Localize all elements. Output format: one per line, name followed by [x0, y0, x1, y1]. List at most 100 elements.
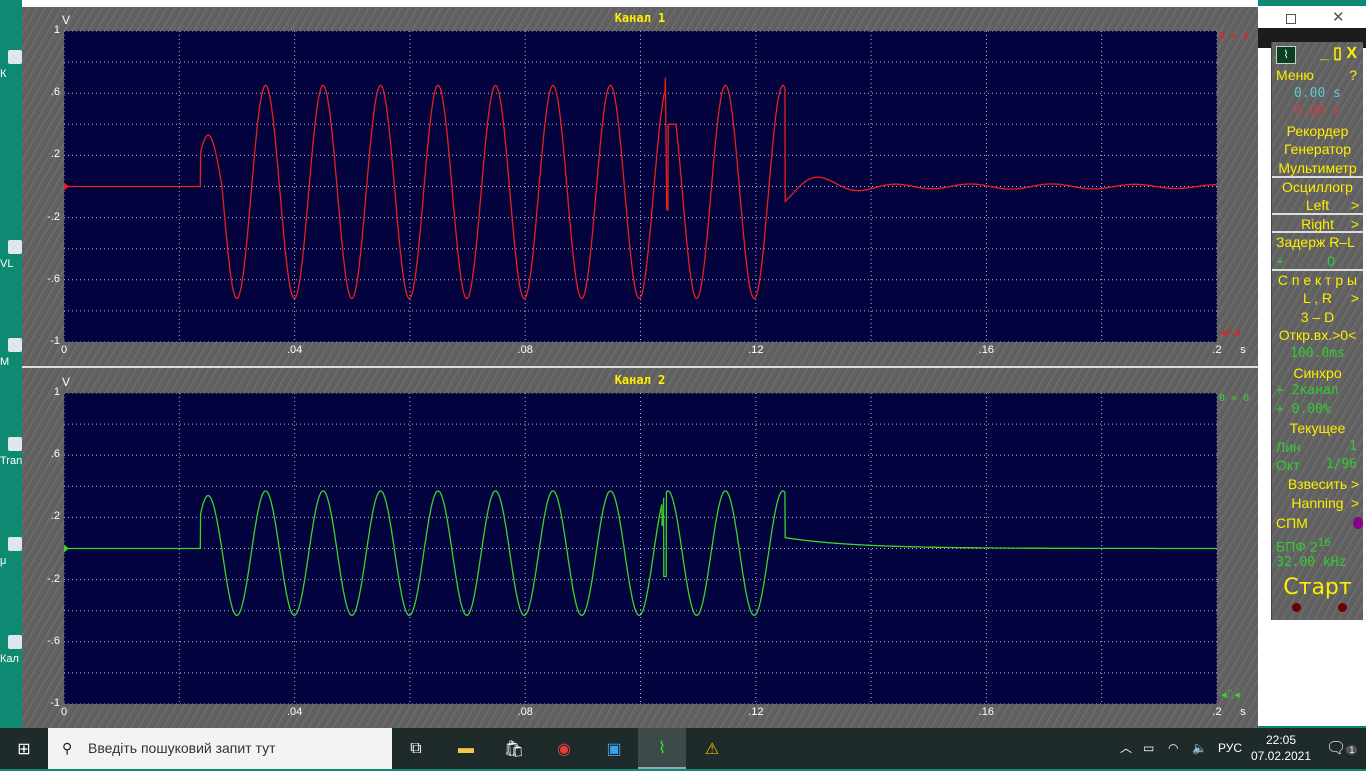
- current-button[interactable]: Текущее: [1272, 419, 1363, 438]
- y-tick-label: .6: [50, 86, 60, 99]
- y-tick-label: 1: [53, 24, 60, 36]
- maximize-button[interactable]: ▯: [1333, 45, 1342, 62]
- x-tick-label: .2: [1212, 706, 1222, 718]
- search-icon: ⚲: [62, 740, 73, 756]
- desktop-icon[interactable]: Кал: [0, 635, 22, 665]
- y-unit-label: V: [62, 13, 71, 27]
- x-unit-label: s: [1240, 706, 1246, 718]
- open-input-button[interactable]: Откр.вх.>0<: [1272, 326, 1363, 345]
- trigger-marker-icon[interactable]: ◂⎍◂: [1221, 326, 1240, 340]
- spm-button[interactable]: СПМ: [1272, 512, 1363, 534]
- warning-triangle-icon: ⚠: [704, 740, 720, 758]
- sync-level[interactable]: + 0.00%: [1272, 401, 1363, 420]
- left-channel-button[interactable]: Left >: [1272, 196, 1363, 215]
- y-tick-label: 1: [53, 386, 60, 398]
- recorder-button[interactable]: Рекордер: [1272, 122, 1363, 141]
- scope-plot-area[interactable]: [64, 31, 1217, 342]
- window-function-button[interactable]: Hanning >: [1272, 494, 1363, 513]
- chevron-right-icon: >: [1350, 290, 1359, 307]
- chrome-button[interactable]: ◉: [540, 728, 588, 769]
- notifications-button[interactable]: 🗨 1: [1326, 728, 1358, 771]
- lin-setting[interactable]: Лин 1: [1272, 438, 1363, 457]
- show-hidden-icons[interactable]: ︿: [1120, 728, 1132, 769]
- waveform-1: [64, 77, 1217, 300]
- fft-size[interactable]: БПФ 216: [1272, 534, 1363, 555]
- close-icon[interactable]: ✕: [1332, 8, 1345, 26]
- channel-title: Канал 1: [614, 11, 666, 25]
- scope-plot-area[interactable]: [64, 393, 1217, 704]
- control-panel: ⌇ _ ▯ X Меню? 0.00 s 0.00 s Рекордер Ген…: [1271, 42, 1363, 620]
- x-unit-label: s: [1240, 344, 1246, 356]
- zero-level-marker-icon[interactable]: [64, 544, 69, 553]
- trigger-marker-icon[interactable]: ◂⎍◂: [1221, 688, 1240, 702]
- y-tick-label: -.6: [47, 634, 60, 647]
- y-tick-label: -1: [50, 697, 60, 709]
- desktop-icon[interactable]: μ: [0, 537, 22, 567]
- chevron-right-icon: >: [1350, 197, 1359, 214]
- store-button[interactable]: 🛍: [490, 728, 538, 769]
- windows-icon: ⊞: [17, 740, 31, 758]
- weigh-button[interactable]: Взвесить >: [1272, 475, 1363, 494]
- sample-rate[interactable]: 32.00 kHz: [1272, 554, 1363, 573]
- waveform-svg: [64, 393, 1217, 704]
- taskbar-search-input[interactable]: ⚲ Введіть пошуковий запит тут: [48, 728, 392, 769]
- desktop-icon-label: VL: [0, 258, 14, 270]
- desktop-icon[interactable]: VL: [0, 240, 22, 270]
- y-tick-label: .6: [50, 448, 60, 461]
- battery-icon[interactable]: ▭: [1143, 728, 1154, 769]
- maximize-icon[interactable]: [1286, 14, 1296, 24]
- desktop-icon[interactable]: M: [0, 338, 22, 368]
- zero-level-marker-icon[interactable]: [64, 182, 69, 191]
- photos-button[interactable]: ▣: [590, 728, 638, 769]
- x-tick-label: .16: [978, 706, 995, 718]
- generator-button[interactable]: Генератор: [1272, 140, 1363, 159]
- desktop-icon-label: μ: [0, 555, 7, 567]
- spectra-button[interactable]: С п е к т р ы: [1272, 271, 1363, 290]
- minimize-button[interactable]: _: [1320, 45, 1329, 62]
- multimeter-button[interactable]: Мультиметр: [1272, 159, 1363, 178]
- x-tick-label: .12: [748, 344, 764, 356]
- file-explorer-button[interactable]: ▬: [442, 728, 490, 769]
- sync-channel[interactable]: + 2канал: [1272, 382, 1363, 401]
- desktop-icon-label: К: [0, 68, 7, 80]
- menu-label: Меню: [1276, 67, 1314, 83]
- app-button[interactable]: ⚠: [688, 728, 736, 769]
- lr-spectrum-button[interactable]: L , R >: [1272, 289, 1363, 308]
- time-readout-1: 0.00 s: [1294, 85, 1341, 101]
- window-length[interactable]: 100.0ms: [1272, 345, 1363, 364]
- channel-2-panel: Канал 2 V 0 = 0 ◂⎍◂ 1 .6 .2 -.2 -.6 -1 0 .04 .08…: [22, 369, 1258, 729]
- x-tick-label: .08: [517, 706, 533, 718]
- task-view-button[interactable]: ⧉: [392, 728, 440, 769]
- search-placeholder: Введіть пошуковий запит тут: [88, 740, 276, 756]
- x-tick-label: 0: [60, 344, 68, 356]
- desktop-icon-label: Tran: [0, 455, 22, 467]
- led-indicator-icon: [1338, 602, 1347, 612]
- wifi-icon[interactable]: ◠: [1168, 728, 1178, 769]
- chrome-icon: ◉: [557, 740, 571, 758]
- x-tick-label: .04: [286, 344, 303, 356]
- store-icon: 🛍: [503, 740, 525, 758]
- close-button[interactable]: X: [1346, 45, 1357, 62]
- desktop-icon[interactable]: Tran: [0, 437, 22, 467]
- oscilloscope-app-button[interactable]: ⌇: [638, 728, 686, 769]
- desktop-icon[interactable]: К: [0, 50, 22, 80]
- oscillograph-button[interactable]: Осциллогр: [1272, 178, 1363, 197]
- clock[interactable]: 22:05 07.02.2021: [1250, 732, 1312, 764]
- sync-button[interactable]: Синхро: [1272, 364, 1363, 383]
- delay-value[interactable]: +0: [1272, 252, 1363, 271]
- 3d-button[interactable]: 3 – D: [1272, 308, 1363, 327]
- waveform-svg: [64, 31, 1217, 342]
- start-menu-button[interactable]: ⊞: [0, 728, 48, 769]
- chevron-right-icon: >: [1350, 476, 1359, 493]
- led-indicator-icon: [1292, 602, 1301, 612]
- volume-icon[interactable]: 🔈: [1192, 728, 1207, 769]
- oct-setting[interactable]: Окт 1/96: [1272, 456, 1363, 475]
- help-button[interactable]: ?: [1349, 66, 1357, 85]
- time-readout-2: 0.00 s: [1294, 104, 1341, 120]
- y-tick-label: -.6: [47, 272, 60, 285]
- language-indicator[interactable]: РУС: [1218, 728, 1242, 769]
- start-button[interactable]: Старт: [1272, 573, 1363, 603]
- right-channel-button[interactable]: Right >: [1272, 215, 1363, 234]
- desktop-icon-label: Кал: [0, 653, 19, 665]
- menu-button[interactable]: Меню?: [1272, 66, 1363, 85]
